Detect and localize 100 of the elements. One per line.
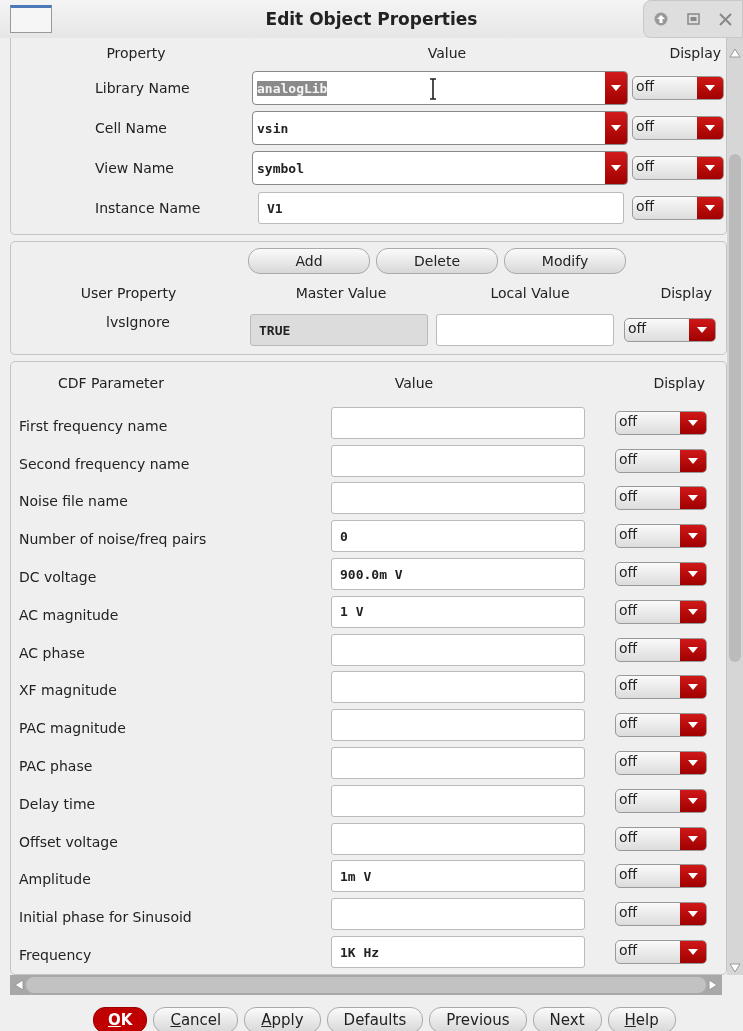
input-field[interactable]: 1 V (331, 595, 585, 628)
caret-icon (705, 205, 715, 211)
caret-icon (688, 835, 698, 842)
column-header: Display (668, 45, 722, 61)
input-field[interactable] (331, 482, 585, 515)
display-dropdown[interactable]: off (615, 751, 707, 776)
input-field[interactable]: 1m V (331, 860, 585, 893)
caret-icon (688, 949, 698, 956)
action-button[interactable]: Delete (376, 248, 498, 274)
parameter-label: AC magnitude (18, 605, 120, 623)
display-dropdown[interactable]: off (632, 156, 724, 180)
property-label: Library Name (94, 80, 191, 96)
caret-icon (688, 533, 698, 540)
dialog-button[interactable]: Apply (244, 1007, 321, 1031)
input-field[interactable]: V1 (258, 192, 624, 224)
input-field[interactable]: 900.0m V (331, 558, 585, 591)
display-dropdown[interactable]: off (632, 196, 724, 220)
scroll-left-icon[interactable] (14, 979, 24, 991)
property-name: lvsIgnore (105, 313, 171, 330)
dialog-button[interactable]: Cancel (153, 1007, 239, 1031)
scroll-thumb[interactable] (26, 977, 706, 993)
caret-icon (697, 327, 707, 333)
caret-icon (688, 608, 698, 615)
dialog-button[interactable]: OK (93, 1007, 148, 1031)
display-dropdown[interactable]: off (615, 637, 707, 662)
horizontal-scrollbar[interactable] (10, 975, 722, 995)
display-dropdown[interactable]: off (615, 524, 707, 549)
input-field[interactable] (331, 633, 585, 666)
display-dropdown[interactable]: off (615, 562, 707, 587)
display-dropdown[interactable]: off (624, 318, 716, 342)
caret-icon (611, 85, 621, 91)
caret-icon (705, 85, 715, 91)
column-header: Display (659, 285, 713, 301)
display-dropdown[interactable]: off (615, 599, 707, 624)
display-dropdown[interactable]: off (615, 788, 707, 813)
property-label: Cell Name (94, 120, 168, 136)
input-field[interactable]: 1K Hz (331, 936, 585, 969)
input-field[interactable] (331, 784, 585, 817)
close-icon[interactable] (719, 12, 733, 26)
input-field[interactable] (331, 747, 585, 780)
display-dropdown[interactable]: off (615, 675, 707, 700)
scroll-thumb[interactable] (729, 154, 741, 662)
input-field[interactable]: 0 (331, 520, 585, 553)
parameter-label: DC voltage (18, 568, 98, 586)
action-button[interactable]: Add (248, 248, 370, 274)
input-field[interactable] (331, 822, 585, 855)
dialog-button[interactable]: Help (607, 1007, 676, 1031)
display-dropdown[interactable]: off (615, 486, 707, 511)
caret-icon (688, 873, 698, 880)
caret-icon (688, 646, 698, 653)
parameter-label: Frequency (18, 946, 93, 964)
parameter-label: XF magnitude (18, 681, 118, 699)
column-header: CDF Parameter (57, 375, 165, 391)
up-arrow-icon[interactable] (653, 12, 668, 26)
dialog-button[interactable]: Next (532, 1007, 602, 1031)
display-dropdown[interactable]: off (615, 448, 707, 473)
action-button[interactable]: Modify (504, 248, 626, 274)
caret-icon (688, 419, 698, 426)
parameter-label: Noise file name (18, 492, 129, 510)
input-field[interactable] (331, 444, 585, 477)
column-header: Display (652, 375, 706, 391)
display-dropdown[interactable]: off (615, 902, 707, 927)
combo-field[interactable]: vsin (252, 111, 628, 145)
caret-icon (688, 457, 698, 464)
display-dropdown[interactable]: off (615, 940, 707, 965)
parameter-label: AC phase (18, 643, 86, 661)
caret-icon (611, 125, 621, 131)
caret-icon (705, 165, 715, 171)
parameter-label: Amplitude (18, 870, 92, 888)
window-title: Edit Object Properties (265, 9, 478, 29)
scroll-up-icon[interactable] (729, 48, 741, 58)
caret-icon (688, 684, 698, 691)
text-cursor-icon (429, 78, 437, 100)
caret-icon (688, 760, 698, 767)
input-field[interactable] (331, 406, 585, 439)
combo-field[interactable]: symbol (252, 151, 628, 185)
dialog-button[interactable]: Defaults (326, 1007, 424, 1031)
display-dropdown[interactable]: off (632, 76, 724, 100)
parameter-label: First frequency name (18, 416, 169, 434)
display-dropdown[interactable]: off (615, 826, 707, 851)
maximize-icon[interactable] (687, 13, 700, 25)
parameter-label: PAC magnitude (18, 719, 127, 737)
parameter-label: Offset voltage (18, 832, 119, 850)
vertical-scrollbar[interactable] (727, 38, 743, 975)
column-header: Property (105, 45, 167, 61)
scroll-right-icon[interactable] (708, 979, 718, 991)
local-value-field[interactable] (436, 314, 614, 346)
caret-icon (611, 165, 621, 171)
input-field[interactable] (331, 709, 585, 742)
caret-icon (688, 911, 698, 918)
display-dropdown[interactable]: off (615, 864, 707, 889)
dialog-button[interactable]: Previous (429, 1007, 527, 1031)
input-field[interactable] (331, 671, 585, 704)
parameter-label: Second frequency name (18, 454, 191, 472)
column-header: Value (426, 45, 468, 61)
scroll-down-icon[interactable] (729, 963, 741, 973)
display-dropdown[interactable]: off (615, 713, 707, 738)
display-dropdown[interactable]: off (615, 410, 707, 435)
input-field[interactable] (331, 898, 585, 931)
display-dropdown[interactable]: off (632, 116, 724, 140)
